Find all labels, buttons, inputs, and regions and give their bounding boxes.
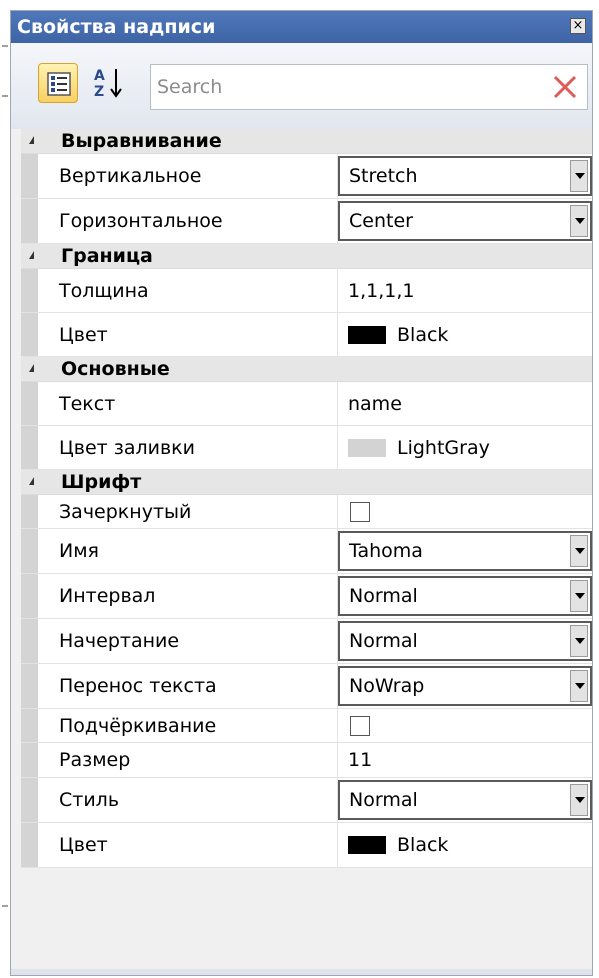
strikethrough-checkbox[interactable] [350, 501, 370, 522]
text-wrap-dropdown[interactable]: NoWrap [338, 666, 592, 706]
toolbar: A Z [11, 43, 592, 129]
property-label: Начертание [38, 619, 338, 663]
property-label: Зачеркнутый [38, 495, 338, 528]
property-row-spacing[interactable]: Интервал Normal [21, 574, 592, 619]
search-box [150, 64, 588, 110]
title-bar[interactable]: Свойства надписи × [11, 11, 592, 43]
category-alignment[interactable]: Выравнивание [21, 129, 592, 154]
categorized-view-button[interactable] [38, 63, 78, 103]
dropdown-arrow-icon[interactable] [570, 535, 588, 567]
search-input[interactable] [157, 72, 537, 102]
left-edge [0, 0, 10, 978]
dropdown-value: Normal [349, 630, 418, 652]
category-name: Основные [61, 358, 170, 380]
property-label: Размер [38, 743, 338, 777]
property-row-name[interactable]: Имя Tahoma [21, 529, 592, 574]
category-font[interactable]: Шрифт [21, 470, 592, 495]
property-row-size[interactable]: Размер 11 [21, 743, 592, 778]
close-icon: × [572, 18, 584, 33]
text-value[interactable]: name [348, 393, 402, 415]
font-name-dropdown[interactable]: Tahoma [338, 531, 592, 571]
property-row-style[interactable]: Стиль Normal [21, 778, 592, 823]
spacing-dropdown[interactable]: Normal [338, 576, 592, 616]
thickness-value[interactable]: 1,1,1,1 [348, 280, 414, 302]
window-title: Свойства надписи [17, 16, 216, 38]
dropdown-arrow-icon[interactable] [570, 670, 588, 702]
sort-az-icon: A Z [94, 68, 122, 100]
property-label: Толщина [38, 269, 338, 312]
property-row-font-color[interactable]: Цвет Black [21, 823, 592, 868]
color-value[interactable]: LightGray [397, 437, 490, 459]
collapse-triangle-icon[interactable] [29, 251, 34, 259]
dropdown-value: Stretch [349, 165, 418, 187]
vertical-dropdown[interactable]: Stretch [338, 156, 592, 196]
property-label: Вертикальное [38, 154, 338, 198]
alphabetical-sort-button[interactable]: A Z [91, 65, 127, 101]
underline-checkbox[interactable] [350, 715, 370, 736]
dropdown-value: Normal [349, 585, 418, 607]
edge-tick [2, 905, 8, 907]
property-row-border-color[interactable]: Цвет Black [21, 313, 592, 357]
collapse-triangle-icon[interactable] [29, 136, 34, 144]
property-label: Подчёркивание [38, 709, 338, 742]
size-value[interactable]: 11 [348, 749, 372, 771]
dropdown-arrow-icon[interactable] [570, 625, 588, 657]
sort-z-letter: Z [94, 84, 104, 100]
property-label: Цвет [38, 313, 338, 356]
dropdown-value: NoWrap [349, 675, 425, 697]
color-value[interactable]: Black [397, 834, 448, 856]
color-swatch [348, 438, 386, 457]
window-bottom-border [11, 969, 592, 975]
dropdown-arrow-icon[interactable] [570, 160, 588, 192]
property-label: Стиль [38, 778, 338, 822]
color-value[interactable]: Black [397, 324, 448, 346]
property-row-horizontal[interactable]: Горизонтальное Center [21, 199, 592, 244]
property-row-vertical[interactable]: Вертикальное Stretch [21, 154, 592, 199]
collapse-triangle-icon[interactable] [29, 364, 34, 372]
category-border[interactable]: Граница [21, 244, 592, 269]
property-label: Интервал [38, 574, 338, 618]
dropdown-arrow-icon[interactable] [570, 580, 588, 612]
properties-window: Свойства надписи × A Z Search Выравниван… [10, 10, 593, 976]
category-name: Шрифт [61, 471, 142, 493]
category-basic[interactable]: Основные [21, 357, 592, 382]
dropdown-value: Normal [349, 789, 418, 811]
dropdown-arrow-icon[interactable] [570, 784, 588, 816]
property-label: Перенос текста [38, 664, 338, 708]
categorized-icon [47, 72, 71, 96]
dropdown-arrow-icon[interactable] [570, 205, 588, 237]
color-swatch [348, 325, 386, 344]
property-label: Цвет заливки [38, 426, 338, 469]
property-grid: Выравнивание Вертикальное Stretch Горизо… [21, 129, 592, 868]
color-swatch [348, 836, 386, 854]
property-row-strikethrough[interactable]: Зачеркнутый [21, 495, 592, 529]
category-name: Граница [61, 245, 153, 267]
property-label: Имя [38, 529, 338, 573]
dropdown-value: Tahoma [349, 540, 423, 562]
sort-a-letter: A [94, 68, 105, 84]
property-row-typeface[interactable]: Начертание Normal [21, 619, 592, 664]
edge-tick [2, 95, 8, 97]
property-label: Цвет [38, 823, 338, 867]
property-label: Горизонтальное [38, 199, 338, 243]
horizontal-dropdown[interactable]: Center [338, 201, 592, 241]
property-label: Текст [38, 382, 338, 425]
property-row-text-wrap[interactable]: Перенос текста NoWrap [21, 664, 592, 709]
close-button[interactable]: × [570, 18, 586, 34]
property-row-underline[interactable]: Подчёркивание [21, 709, 592, 743]
typeface-dropdown[interactable]: Normal [338, 621, 592, 661]
property-row-fill-color[interactable]: Цвет заливки LightGray [21, 426, 592, 470]
dropdown-value: Center [349, 210, 413, 232]
clear-search-icon[interactable] [551, 73, 579, 101]
property-row-thickness[interactable]: Толщина 1,1,1,1 [21, 269, 592, 313]
category-name: Выравнивание [61, 130, 222, 152]
property-row-text[interactable]: Текст name [21, 382, 592, 426]
collapse-triangle-icon[interactable] [29, 477, 34, 485]
edge-tick [2, 45, 8, 47]
style-dropdown[interactable]: Normal [338, 780, 592, 820]
